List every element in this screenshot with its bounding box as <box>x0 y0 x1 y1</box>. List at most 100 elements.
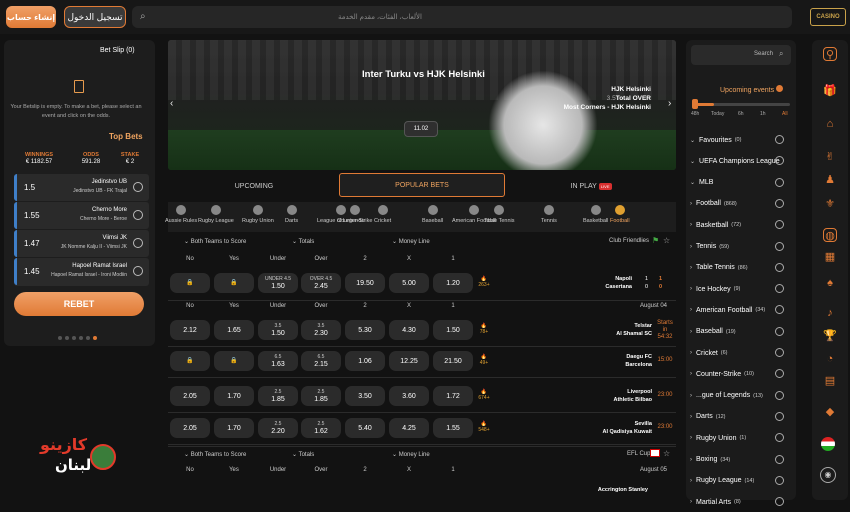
sidebar-item[interactable]: › Tennis (59) <box>690 237 792 257</box>
sport-tab[interactable]: Aussie Rules <box>165 205 197 231</box>
odd-button[interactable]: 5.30 <box>345 320 385 340</box>
market-totals[interactable]: ⌄ Totals <box>292 238 314 245</box>
odd-button[interactable]: 1.70 <box>214 386 254 406</box>
odd-button[interactable]: 19.50 <box>345 273 385 293</box>
banner-odd-button[interactable]: 11.02 <box>404 121 438 137</box>
odd-button[interactable]: 3.60 <box>389 386 429 406</box>
home-icon[interactable]: ⌂ <box>823 117 837 131</box>
top-bet-row[interactable]: 1.55 Cherno More Cherno More - Beroe <box>14 202 149 229</box>
market-btts[interactable]: ⌄ Both Teams to Score <box>184 451 246 458</box>
odd-button[interactable]: 2.5 2.20 <box>258 418 298 438</box>
mic-icon[interactable]: ♪ <box>823 306 837 320</box>
match-teams[interactable]: Daegu FC Barcelona <box>580 353 652 369</box>
sidebar-item[interactable]: › Rugby Union (1) <box>690 428 792 448</box>
sport-tab[interactable]: Counter-Strike <box>337 205 372 231</box>
sport-tab[interactable]: Cricket <box>374 205 391 231</box>
speed-icon[interactable]: ◔ <box>823 352 837 366</box>
slider-label[interactable]: 1h <box>760 111 766 117</box>
banner-prev-arrow[interactable]: ‹ <box>170 98 173 109</box>
casino-logo[interactable]: CASINO <box>810 8 846 26</box>
trophy-icon[interactable]: 🏆 <box>823 329 837 343</box>
odd-button[interactable]: 6.5 2.15 <box>301 351 341 371</box>
match-teams[interactable]: Telstar Al Shamal SC <box>580 322 652 338</box>
cards-icon[interactable]: ♠ <box>823 276 837 290</box>
slider-handle[interactable] <box>692 99 698 109</box>
login-button[interactable]: تسجيل الدخول <box>64 6 126 28</box>
sidebar-item[interactable]: › Rugby League (14) <box>690 471 792 491</box>
market-moneyline[interactable]: ⌄ Money Line <box>392 238 430 245</box>
time-filter-slider[interactable] <box>694 103 790 106</box>
odd-button[interactable]: 12.25 <box>389 351 429 371</box>
language-flag-icon[interactable] <box>821 437 835 451</box>
odd-button[interactable]: OVER 4.5 2.45 <box>301 273 341 293</box>
slider-label[interactable]: Today <box>711 111 724 117</box>
slider-label[interactable]: All <box>782 111 788 117</box>
odd-button[interactable]: 2.5 1.85 <box>258 386 298 406</box>
odd-button[interactable]: UNDER 4.5 1.50 <box>258 273 298 293</box>
odd-button[interactable]: 1.70 <box>214 418 254 438</box>
match-teams[interactable]: Napoli Casertana <box>580 275 632 291</box>
odd-button[interactable]: 1.55 <box>433 418 473 438</box>
sidebar-item[interactable]: ⌄ UEFA Champions League <box>690 151 792 171</box>
match-teams[interactable]: Liverpool Athletic Bilbao <box>580 388 652 404</box>
sport-tab[interactable]: Rugby Union <box>242 205 274 231</box>
sidebar-item[interactable]: › Basketball (72) <box>690 215 792 235</box>
sport-tab[interactable]: Football <box>610 205 630 231</box>
odd-button[interactable]: 21.50 <box>433 351 473 371</box>
market-moneyline[interactable]: ⌄ Money Line <box>392 451 430 458</box>
tab-in-play[interactable]: IN PLAY LIVE <box>507 174 675 198</box>
market-btts[interactable]: ⌄ Both Teams to Score <box>184 238 246 245</box>
calculator-icon[interactable]: ▤ <box>823 374 837 388</box>
tab-popular-bets[interactable]: POPULAR BETS <box>339 173 505 197</box>
odd-button[interactable]: 2.05 <box>170 386 210 406</box>
sport-tab[interactable]: Basketball <box>583 205 608 231</box>
sidebar-search-input[interactable]: Search <box>691 45 791 65</box>
sports-toggle-icon[interactable]: ⚲ <box>823 47 837 61</box>
match-teams[interactable]: Sevilla Al Qadisiya Kuwait <box>580 420 652 436</box>
odd-button[interactable]: 6.5 1.63 <box>258 351 298 371</box>
slider-label[interactable]: 48h <box>691 111 699 117</box>
sidebar-item[interactable]: › Cricket (6) <box>690 343 792 363</box>
slider-label[interactable]: 6h <box>738 111 744 117</box>
odd-button[interactable]: 2.05 <box>170 418 210 438</box>
sports-ball-icon[interactable]: ◍ <box>823 228 837 242</box>
match-teams[interactable]: Accrington Stanley <box>580 486 648 494</box>
sidebar-item[interactable]: ⌄ MLB <box>690 173 792 193</box>
sidebar-item[interactable]: › Table Tennis (86) <box>690 258 792 278</box>
odd-button[interactable]: 3.50 <box>345 386 385 406</box>
odd-button[interactable]: 3.5 1.50 <box>258 320 298 340</box>
top-bet-row[interactable]: 1.47 Viimsi JK JK Nomme Kalju II - Viimsi … <box>14 230 149 257</box>
odd-button[interactable]: 3.5 2.30 <box>301 320 341 340</box>
sidebar-item[interactable]: › Darts (12) <box>690 407 792 427</box>
register-button[interactable]: إنشاء حساب <box>6 6 56 28</box>
carousel-dots[interactable] <box>58 336 97 340</box>
top-bet-row[interactable]: 1.45 Hapoel Ramat Israel Hapoel Ramat Isra… <box>14 258 149 286</box>
sidebar-item[interactable]: › Boxing (34) <box>690 450 792 470</box>
tab-upcoming[interactable]: UPCOMING <box>170 174 338 198</box>
cheer-icon[interactable]: ✌ <box>823 150 837 164</box>
sport-tab[interactable]: Rugby League <box>198 205 234 231</box>
odd-button[interactable]: 2.5 1.85 <box>301 386 341 406</box>
odd-button[interactable]: 1.65 <box>214 320 254 340</box>
odd-button[interactable]: 4.30 <box>389 320 429 340</box>
sidebar-item[interactable]: › Football (868) <box>690 194 792 214</box>
tiger-icon[interactable]: ⚜ <box>823 197 837 211</box>
top-bet-row[interactable]: 1.5 Jedinstvo UB Jedinstvo UB - FK Trajal <box>14 174 149 201</box>
odd-button[interactable]: 2.5 1.62 <box>301 418 341 438</box>
star-icon[interactable]: ☆ <box>663 236 670 245</box>
sidebar-item[interactable]: › Counter-Strike (10) <box>690 364 792 384</box>
odd-button[interactable]: 5.00 <box>389 273 429 293</box>
gift-icon[interactable]: 🎁 <box>823 84 837 98</box>
sidebar-item[interactable]: › American Football (34) <box>690 300 792 320</box>
casino-icon[interactable]: ▦ <box>823 250 837 264</box>
star-icon[interactable]: ☆ <box>663 449 670 458</box>
support-icon[interactable]: ◉ <box>820 467 836 483</box>
sidebar-item[interactable]: › ...gue of Legends (13) <box>690 386 792 406</box>
sport-tab[interactable]: Table Tennis <box>484 205 514 231</box>
odd-button[interactable]: 1.72 <box>433 386 473 406</box>
sport-tab[interactable]: Baseball <box>422 205 443 231</box>
odd-button[interactable]: 2.12 <box>170 320 210 340</box>
odd-button[interactable]: 1.20 <box>433 273 473 293</box>
banner-next-arrow[interactable]: › <box>668 98 671 109</box>
sidebar-item[interactable]: › Baseball (19) <box>690 322 792 342</box>
